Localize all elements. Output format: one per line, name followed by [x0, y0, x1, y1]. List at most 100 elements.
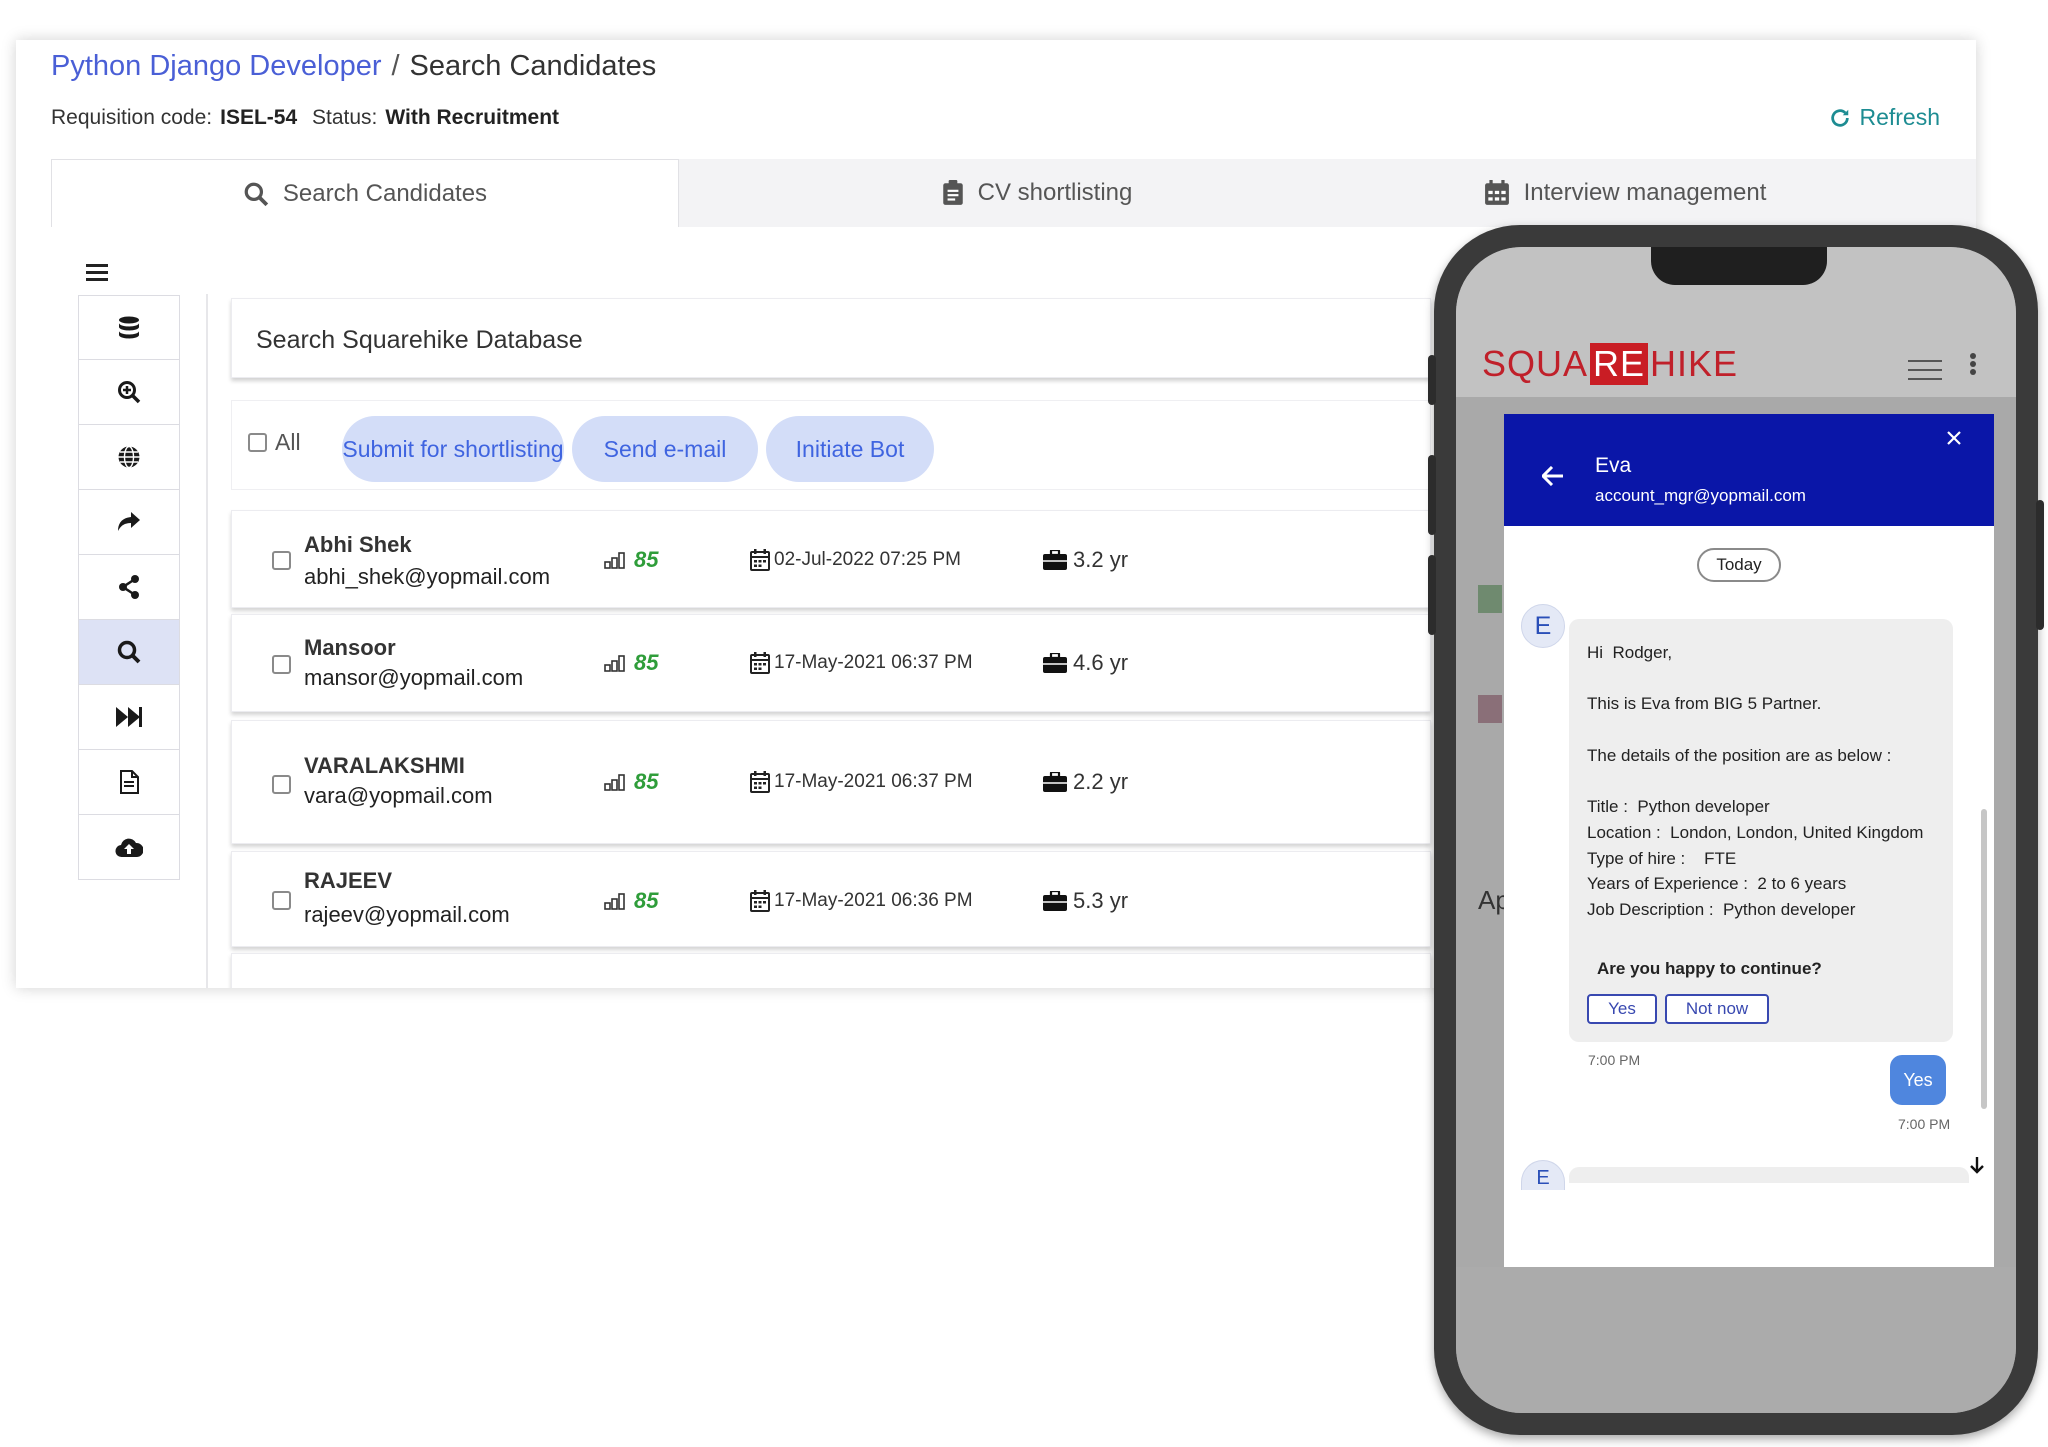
hamburger-icon: [86, 264, 108, 281]
scroll-to-bottom-button[interactable]: [1969, 1156, 1985, 1179]
clipboard-icon: [942, 180, 963, 205]
checkbox-box[interactable]: [248, 433, 267, 452]
candidate-card[interactable]: Abhi Shek abhi_shek@yopmail.com 85 02-Ju…: [231, 510, 1431, 608]
candidate-card-partial[interactable]: [231, 953, 1431, 988]
tab-label: Search Candidates: [282, 179, 488, 207]
candidate-email: abhi_shek@yopmail.com: [304, 564, 551, 589]
quick-reply-not-now-button[interactable]: Not now: [1665, 994, 1769, 1024]
kebab-menu-icon: [1970, 353, 1976, 375]
phone-volume-up: [1428, 455, 1436, 535]
tab-cv-shortlisting[interactable]: CV shortlisting: [887, 159, 1187, 227]
candidate-date: 17-May-2021 06:36 PM: [750, 890, 973, 912]
sidebar-item-document[interactable]: [78, 750, 180, 815]
calendar-icon: [750, 890, 770, 912]
quick-reply-yes-button[interactable]: Yes: [1587, 994, 1657, 1024]
experience-value: 3.2 yr: [1073, 547, 1129, 572]
breadcrumb-current: Search Candidates: [409, 50, 657, 82]
candidate-name: VARALAKSHMI: [304, 753, 465, 778]
message-line: Title : Python developer: [1587, 797, 1770, 816]
app-menu-button[interactable]: [1908, 359, 1942, 386]
briefcase-icon: [1043, 550, 1067, 570]
tab-interview-management[interactable]: Interview management: [1455, 159, 1795, 227]
zoom-in-icon: [118, 381, 141, 404]
search-icon: [117, 640, 141, 664]
phone-volume-down: [1428, 555, 1436, 635]
tab-label: CV shortlisting: [977, 179, 1133, 206]
app-more-button[interactable]: [1969, 352, 1977, 381]
send-email-button[interactable]: Send e-mail: [572, 416, 758, 482]
sidebar-item-web[interactable]: [78, 425, 180, 490]
chat-back-button[interactable]: [1540, 465, 1564, 491]
logo-box-text: RE: [1590, 343, 1649, 385]
search-icon: [244, 182, 269, 206]
date-value: 17-May-2021 06:36 PM: [774, 890, 973, 911]
date-value: 17-May-2021 06:37 PM: [774, 771, 973, 792]
candidate-checkbox[interactable]: [272, 655, 291, 674]
share-arrow-icon: [118, 512, 140, 531]
refresh-button[interactable]: Refresh: [1829, 104, 1940, 131]
sidebar-item-search[interactable]: [78, 620, 180, 685]
tab-bar: Search Candidates CV shortlisting Interv…: [51, 159, 1976, 227]
sidebar-item-fast-forward[interactable]: [78, 685, 180, 750]
database-icon: [119, 316, 139, 338]
candidate-name: Mansoor: [304, 635, 396, 660]
sidebar-item-database[interactable]: [78, 295, 180, 360]
message-line: Hi Rodger,: [1587, 643, 1673, 662]
signal-bars-icon: [604, 552, 625, 569]
document-icon: [120, 770, 139, 794]
cloud-upload-icon: [115, 838, 143, 858]
signal-bars-icon: [604, 655, 625, 672]
status-label: Status:: [312, 106, 378, 129]
candidate-email: rajeev@yopmail.com: [304, 902, 510, 927]
agent-avatar: E: [1521, 604, 1565, 648]
sidebar-item-forward[interactable]: [78, 490, 180, 555]
database-search-input[interactable]: Search Squarehike Database: [231, 298, 1431, 378]
status-value: With Recruitment: [385, 106, 560, 129]
candidate-card[interactable]: Mansoor mansor@yopmail.com 85 17-May-202…: [231, 614, 1431, 712]
date-value: 17-May-2021 06:37 PM: [774, 652, 973, 673]
breadcrumb-parent-link[interactable]: Python Django Developer: [51, 50, 381, 82]
sidebar-item-upload[interactable]: [78, 815, 180, 880]
incoming-message-bubble-partial: [1569, 1167, 1969, 1183]
experience-value: 4.6 yr: [1073, 650, 1129, 675]
outgoing-message-bubble: Yes: [1890, 1055, 1946, 1105]
tab-search-candidates[interactable]: Search Candidates: [51, 159, 679, 227]
candidate-date: 17-May-2021 06:37 PM: [750, 771, 973, 793]
sidebar-toggle-button[interactable]: [86, 262, 108, 287]
candidate-name: Abhi Shek: [304, 532, 412, 557]
calendar-icon: [1484, 180, 1509, 205]
hamburger-icon: [1908, 360, 1942, 380]
score-value: 85: [634, 650, 659, 675]
sidebar-item-zoom[interactable]: [78, 360, 180, 425]
candidate-score: 85: [604, 769, 658, 795]
calendar-icon: [750, 652, 770, 674]
phone-screen: SQUA RE HIKE Ap Eva account_mgr@yopmail.co…: [1456, 247, 2016, 1413]
candidate-checkbox[interactable]: [272, 891, 291, 910]
message-line: Years of Experience : 2 to 6 years: [1587, 874, 1847, 893]
logo-left-text: SQUA: [1482, 343, 1589, 384]
tab-label: Interview management: [1523, 179, 1767, 206]
candidate-checkbox[interactable]: [272, 551, 291, 570]
refresh-icon: [1831, 108, 1850, 127]
initiate-bot-button[interactable]: Initiate Bot: [766, 416, 934, 482]
candidate-card[interactable]: VARALAKSHMI vara@yopmail.com 85 17-May-2…: [231, 720, 1431, 844]
background-marker-rose: [1478, 695, 1502, 723]
submit-for-shortlisting-button[interactable]: Submit for shortlisting: [342, 416, 564, 482]
select-all-label: All: [275, 429, 301, 455]
requisition-code-value: ISEL-54: [220, 106, 298, 129]
phone-notch: [1651, 247, 1827, 285]
calendar-icon: [750, 549, 770, 571]
background-marker-green: [1478, 585, 1502, 613]
sidebar-item-share[interactable]: [78, 555, 180, 620]
select-all-checkbox[interactable]: All: [248, 429, 301, 456]
candidate-checkbox[interactable]: [272, 775, 291, 794]
message-line: Job Description : Python developer: [1587, 900, 1856, 919]
requisition-status: Status: With Recruitment: [312, 106, 559, 130]
candidate-score: 85: [604, 547, 658, 573]
candidate-card[interactable]: RAJEEV rajeev@yopmail.com 85 17-May-2021…: [231, 851, 1431, 947]
phone-mockup: SQUA RE HIKE Ap Eva account_mgr@yopmail.co…: [1428, 225, 2044, 1435]
message-question: Are you happy to continue?: [1597, 959, 1822, 978]
chat-scrollbar[interactable]: [1981, 809, 1987, 1109]
globe-icon: [118, 445, 140, 469]
chat-close-button[interactable]: [1946, 430, 1962, 451]
